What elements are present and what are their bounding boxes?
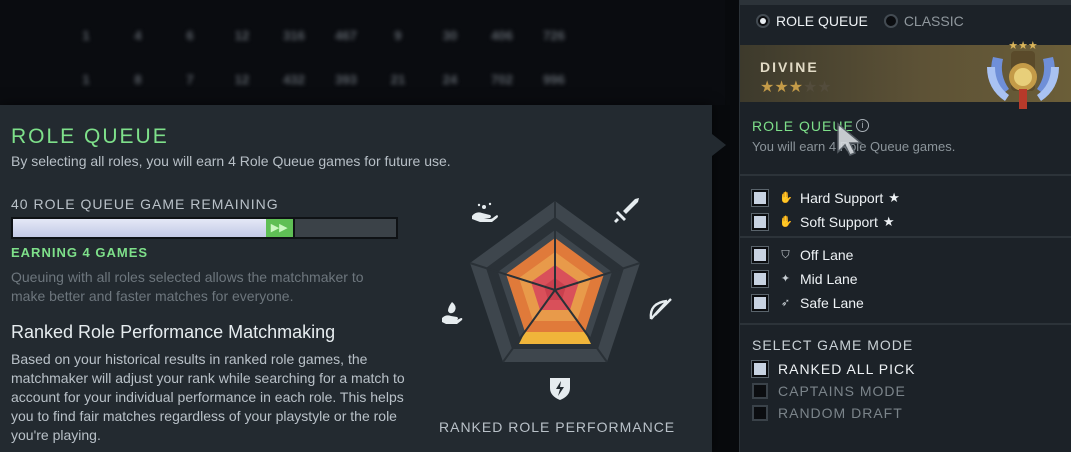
role-checkbox[interactable] <box>752 295 768 311</box>
rank-star-icon: ★ <box>760 79 775 96</box>
table-cell: 12 <box>234 72 250 87</box>
game-mode-checkbox[interactable] <box>752 405 768 421</box>
svg-text:★★★: ★★★ <box>1008 39 1038 52</box>
table-cell: 393 <box>335 72 357 87</box>
role-option-mid-lane[interactable]: ✦ Mid Lane <box>752 269 858 289</box>
game-mode-label: RANDOM DRAFT <box>778 405 903 421</box>
bonus-star-icon: ★ <box>888 190 900 205</box>
game-mode-label: CAPTAINS MODE <box>778 383 906 399</box>
divider <box>740 236 1071 238</box>
classic-radio[interactable] <box>883 14 898 28</box>
lightning-shield-icon <box>550 378 570 400</box>
queue-settings-panel: ROLE QUEUE CLASSIC DIVINE ★★★★★ ★★★ ROLE… <box>739 0 1071 452</box>
rank-name: DIVINE <box>760 59 819 75</box>
table-cell: 996 <box>543 72 565 87</box>
game-mode-captains-mode[interactable]: CAPTAINS MODE <box>752 383 906 399</box>
rank-star-icon: ★ <box>788 79 804 96</box>
table-cell: 24 <box>442 72 458 87</box>
role-queue-radio[interactable] <box>756 14 770 28</box>
table-cell: 726 <box>543 28 565 43</box>
rank-star-icon: ★ <box>774 79 789 96</box>
game-mode-random-draft[interactable]: RANDOM DRAFT <box>752 405 903 421</box>
role-option-off-lane[interactable]: ⛉ Off Lane <box>752 245 853 265</box>
select-game-mode-heading: SELECT GAME MODE <box>752 337 914 353</box>
role-label: Safe Lane <box>800 295 864 311</box>
role-queue-progress-bar: ▶▶ <box>11 217 398 239</box>
bow-icon <box>649 298 672 320</box>
role-option-safe-lane[interactable]: ➶ Safe Lane <box>752 293 864 313</box>
tooltip-title: ROLE QUEUE <box>11 125 169 148</box>
table-cell: 467 <box>335 28 357 43</box>
progress-fill <box>13 219 266 237</box>
safe-lane-icon: ➶ <box>780 296 791 309</box>
game-mode-checkbox[interactable] <box>752 361 768 377</box>
progress-remaining <box>294 219 396 237</box>
earning-games-label: EARNING 4 GAMES <box>11 245 149 260</box>
tooltip-subtitle: By selecting all roles, you will earn 4 … <box>11 153 451 169</box>
game-mode-checkbox[interactable] <box>752 383 768 399</box>
radar-label: RANKED ROLE PERFORMANCE <box>439 419 676 435</box>
matchmaking-description: Based on your historical results in rank… <box>11 351 405 443</box>
role-checkbox[interactable] <box>752 190 768 206</box>
flame-hand-icon <box>442 302 463 324</box>
table-cell: 9 <box>394 28 402 43</box>
table-cell: 432 <box>283 72 305 87</box>
table-cell: 30 <box>442 28 458 43</box>
mouse-cursor-icon <box>837 122 864 156</box>
rank-star-icon: ★ <box>803 79 818 96</box>
hard-support-icon: ✋ <box>779 191 793 204</box>
role-label: Off Lane <box>800 247 854 263</box>
table-row: 1 8 7 12 432 393 21 24 702 996 <box>60 72 725 102</box>
tooltip-arrow <box>712 134 726 156</box>
table-cell: 21 <box>390 72 406 87</box>
matchmaker-note: Queuing with all roles selected allows t… <box>11 269 364 304</box>
rank-stars: ★★★★★ <box>760 77 832 97</box>
table-cell: 12 <box>234 28 250 43</box>
role-label: Soft Support <box>800 214 878 230</box>
table-cell: 6 <box>186 28 194 43</box>
queue-mode-selector: ROLE QUEUE CLASSIC <box>756 13 964 29</box>
earning-segment: ▶▶ <box>265 219 293 237</box>
divider <box>740 323 1071 325</box>
role-queue-option-label[interactable]: ROLE QUEUE <box>776 13 868 29</box>
role-option-soft-support[interactable]: ✋ Soft Support ★ <box>752 212 894 232</box>
table-cell: 1 <box>82 28 90 43</box>
table-row: 1 4 6 12 316 467 9 30 406 726 <box>60 28 725 58</box>
game-mode-ranked-all-pick[interactable]: RANKED ALL PICK <box>752 361 915 377</box>
table-cell: 406 <box>491 28 513 43</box>
radar-performance-highlight <box>519 332 591 344</box>
role-option-hard-support[interactable]: ✋ Hard Support ★ <box>752 188 900 208</box>
background-stats-table: 1 4 6 12 316 467 9 30 406 726 1 8 7 12 432 393 21 24 702 9… <box>0 0 725 105</box>
divider <box>740 174 1071 176</box>
role-checkbox[interactable] <box>752 247 768 263</box>
role-checkbox[interactable] <box>752 214 768 230</box>
table-cell: 7 <box>186 72 194 87</box>
matchmaking-heading: Ranked Role Performance Matchmaking <box>11 322 336 342</box>
role-performance-radar <box>420 180 680 420</box>
table-cell: 702 <box>491 72 513 87</box>
table-cell: 8 <box>134 72 142 87</box>
panel-top-border <box>740 0 1071 5</box>
support-hand-icon <box>472 202 498 222</box>
divine-rank-medal-icon: ★★★ <box>987 39 1059 109</box>
table-cell: 4 <box>134 28 142 43</box>
role-queue-tooltip: ROLE QUEUE By selecting all roles, you w… <box>0 105 712 452</box>
soft-support-icon: ✋ <box>779 215 793 228</box>
mid-lane-icon: ✦ <box>780 272 791 285</box>
off-lane-icon: ⛉ <box>781 248 790 261</box>
role-checkbox[interactable] <box>752 271 768 287</box>
role-label: Mid Lane <box>800 271 858 287</box>
sword-icon <box>614 198 639 223</box>
game-mode-label: RANKED ALL PICK <box>778 361 916 377</box>
table-cell: 1 <box>82 72 90 87</box>
table-cell: 316 <box>283 28 305 43</box>
games-remaining-label: 40 ROLE QUEUE GAME REMAINING <box>11 196 279 212</box>
classic-option-label[interactable]: CLASSIC <box>904 13 964 29</box>
bonus-star-icon: ★ <box>882 214 895 229</box>
rank-star-icon: ★ <box>817 79 832 96</box>
role-label: Hard Support <box>800 190 884 206</box>
